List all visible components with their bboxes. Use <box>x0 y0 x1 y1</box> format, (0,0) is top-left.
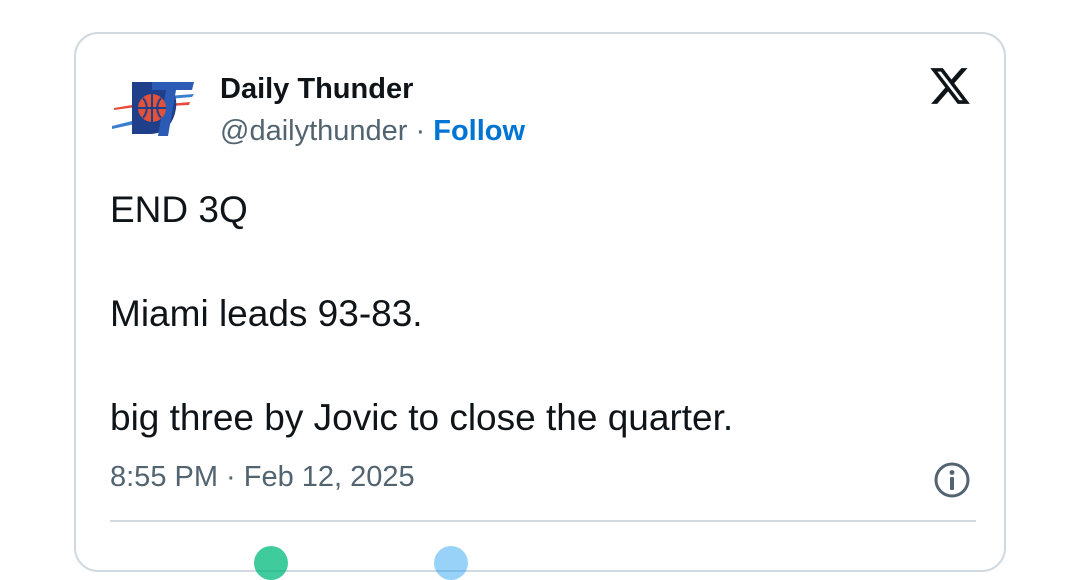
author-name[interactable]: Daily Thunder <box>220 72 413 106</box>
follow-button[interactable]: Follow <box>433 115 525 147</box>
tweet-line: big three by Jovic to close the quarter. <box>110 397 734 438</box>
tweet-actions <box>110 538 976 580</box>
author-handle[interactable]: @dailythunder <box>220 115 407 147</box>
tweet-line: Miami leads 93-83. <box>110 293 423 334</box>
tweet-card: Daily Thunder @dailythunder · Follow END… <box>74 32 1006 580</box>
daily-thunder-logo[interactable] <box>110 74 196 138</box>
divider <box>110 520 976 522</box>
tweet-timestamp[interactable]: 8:55 PM · Feb 12, 2025 <box>110 460 415 494</box>
info-icon[interactable] <box>932 460 972 500</box>
reply-icon[interactable] <box>434 546 468 580</box>
handle-separator: · <box>407 115 434 147</box>
like-icon[interactable] <box>254 546 288 580</box>
handle-row: @dailythunder · Follow <box>220 114 525 148</box>
x-logo-icon[interactable] <box>928 64 972 108</box>
tweet-text: END 3Q Miami leads 93-83. big three by J… <box>110 184 970 444</box>
tweet-line: END 3Q <box>110 189 248 230</box>
